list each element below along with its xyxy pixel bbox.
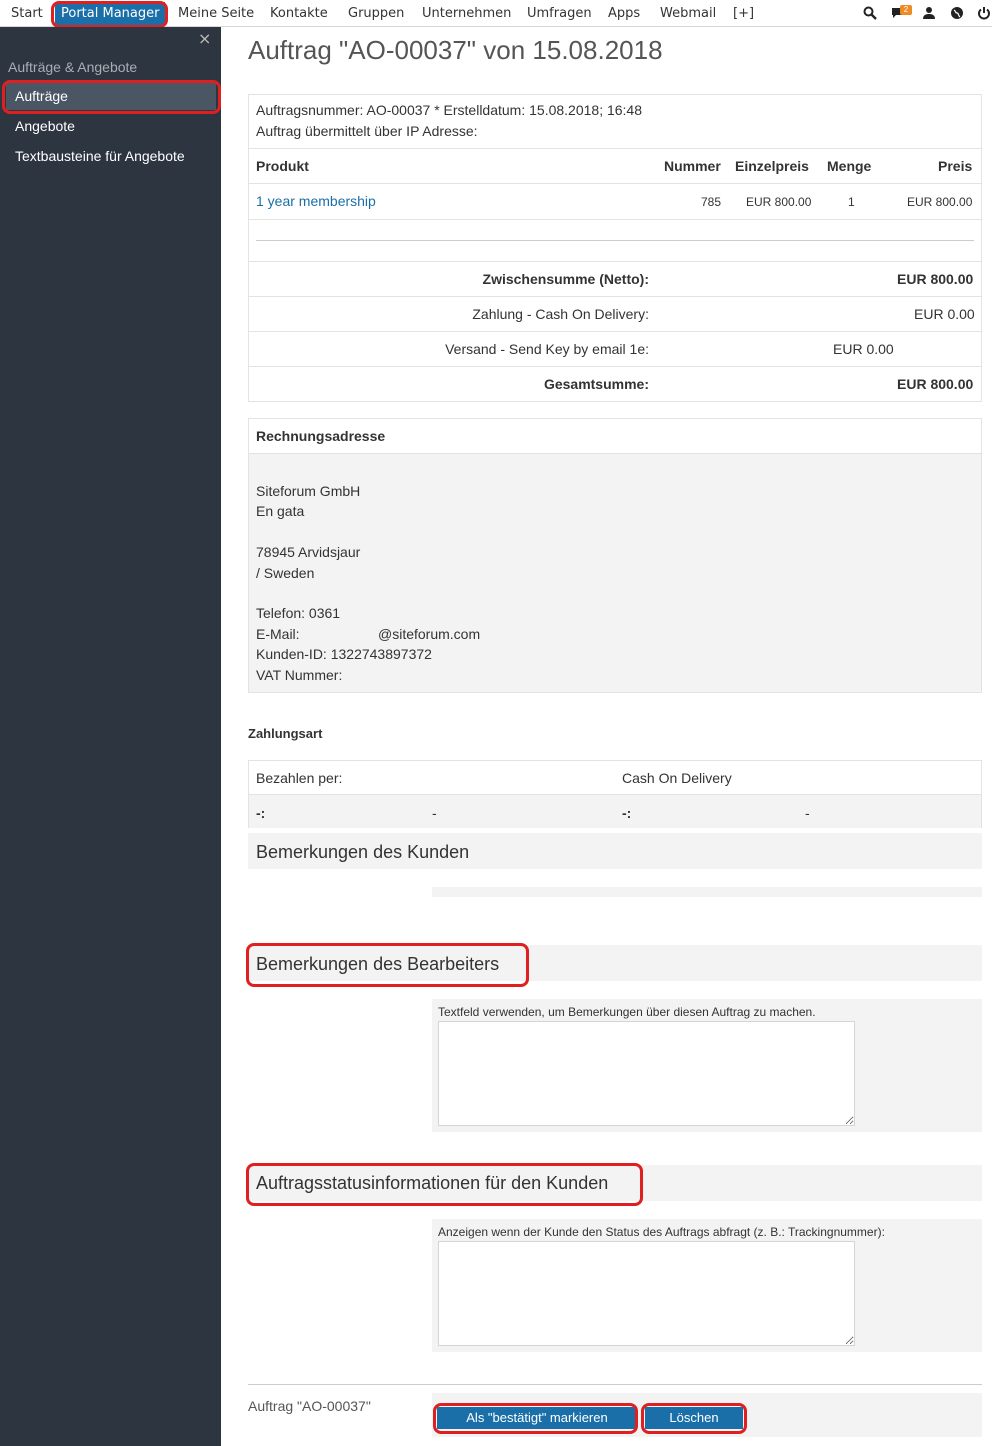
sidebar-section-title: Aufträge & Angebote [8,59,138,75]
payment-row2-col2: - [432,805,437,821]
order-info-line1: Auftragsnummer: AO-00037 * Erstelldatum:… [256,102,643,118]
subtotal-value: EUR 800.00 [897,271,974,287]
status-info-hint: Anzeigen wenn der Kunde den Status des A… [438,1225,885,1239]
customer-notes-heading: Bemerkungen des Kunden [256,842,470,862]
nav-add[interactable]: [+] [733,0,754,27]
item-unit-price: EUR 800.00 [746,195,812,209]
billing-country: / Sweden [256,565,315,581]
payment-row2-col1: -: [256,805,266,821]
total-label: Gesamtsumme: [543,376,649,392]
sidebar-item-angebote[interactable]: Angebote [15,118,75,134]
pay-by-value: Cash On Delivery [622,770,732,786]
main-content: Auftrag "AO-00037" von 15.08.2018 Auftra… [221,27,992,1446]
status-info-textarea[interactable] [438,1241,855,1346]
shipping-value: EUR 0.00 [833,341,894,357]
item-qty: 1 [848,195,855,209]
billing-heading: Rechnungsadresse [256,428,386,444]
billing-email-label: E-Mail: [256,626,300,642]
editor-notes-heading: Bemerkungen des Bearbeiters [256,954,500,974]
globe-icon[interactable] [950,6,964,20]
sidebar-item-textbausteine[interactable]: Textbausteine für Angebote [15,148,185,164]
subtotal-label: Zwischensumme (Netto): [482,271,649,287]
page-title: Auftrag "AO-00037" von 15.08.2018 [248,35,663,65]
nav-unternehmen[interactable]: Unternehmen [422,0,511,27]
nav-start[interactable]: Start [11,0,43,27]
top-navigation: Start Portal Manager Meine Seite Kontakt… [0,0,992,27]
nav-umfragen[interactable]: Umfragen [527,0,592,27]
editor-notes-hint: Textfeld verwenden, um Bemerkungen über … [438,1005,816,1019]
product-link[interactable]: 1 year membership [256,193,376,209]
col-price: Preis [938,158,973,174]
confirm-button[interactable]: Als "bestätigt" markieren [437,1407,637,1429]
billing-street: En gata [256,503,305,519]
nav-apps[interactable]: Apps [608,0,640,27]
sidebar-close-icon[interactable]: × [198,29,211,48]
status-info-heading: Auftragsstatusinformationen für den Kund… [256,1173,609,1193]
billing-company: Siteforum GmbH [256,483,361,499]
shipping-label: Versand - Send Key by email 1e: [445,341,649,357]
billing-phone: Telefon: 0361 [256,605,341,621]
payment-fee-label: Zahlung - Cash On Delivery: [472,306,649,322]
delete-button[interactable]: Löschen [645,1407,743,1429]
total-value: EUR 800.00 [897,376,974,392]
payment-row2-col4: - [805,805,810,821]
search-icon[interactable] [863,6,877,20]
item-price: EUR 800.00 [907,195,973,209]
order-info-line2: Auftrag übermittelt über IP Adresse: [256,123,478,139]
sidebar: × Aufträge & Angebote Aufträge Angebote … [0,27,221,1446]
payment-row2-col3: -: [622,805,632,821]
sidebar-item-auftraege[interactable]: Aufträge [6,83,216,110]
customer-notes-content [432,887,982,897]
power-icon[interactable] [977,6,991,20]
nav-meine-seite[interactable]: Meine Seite [178,0,254,27]
editor-notes-textarea[interactable] [438,1021,855,1126]
pay-by-label: Bezahlen per: [256,770,343,786]
nav-kontakte[interactable]: Kontakte [270,0,328,27]
col-number: Nummer [664,158,721,174]
nav-portal-manager[interactable]: Portal Manager [55,2,166,25]
payment-fee-value: EUR 0.00 [914,306,975,322]
nav-webmail[interactable]: Webmail [660,0,716,27]
nav-gruppen[interactable]: Gruppen [348,0,404,27]
item-number: 785 [701,195,722,209]
billing-email-value: @siteforum.com [378,626,481,642]
col-unit-price: Einzelpreis [735,158,809,174]
billing-vat: VAT Nummer: [256,667,343,683]
payment-heading: Zahlungsart [248,726,323,741]
notification-badge: 2 [900,5,912,15]
footer-order-label: Auftrag "AO-00037" [248,1398,371,1414]
billing-customer-id: Kunden-ID: 1322743897372 [256,646,432,662]
col-qty: Menge [827,158,872,174]
user-icon[interactable] [922,6,936,20]
col-product: Produkt [256,158,309,174]
billing-city: 78945 Arvidsjaur [256,544,361,560]
